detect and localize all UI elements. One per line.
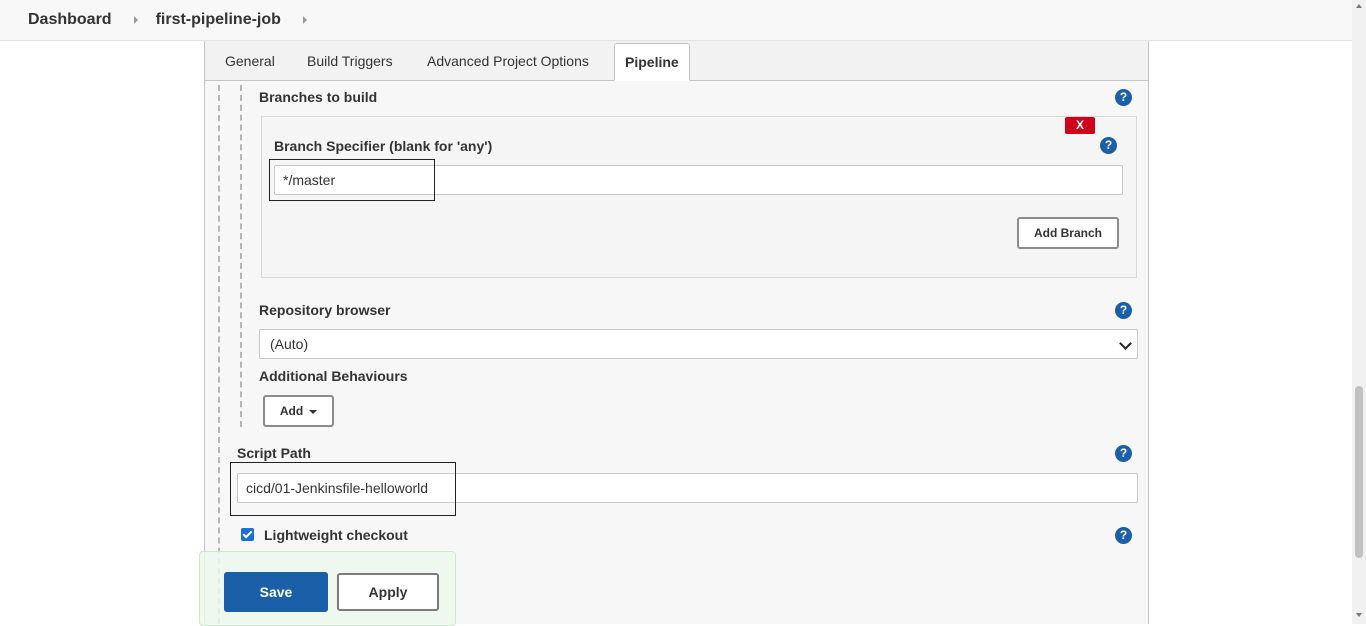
tab-pipeline[interactable]: Pipeline xyxy=(614,43,690,81)
lightweight-checkout-label: Lightweight checkout xyxy=(264,527,408,543)
scroll-down-icon[interactable] xyxy=(1356,613,1362,617)
save-button[interactable]: Save xyxy=(224,572,328,612)
config-panel: General Build Triggers Advanced Project … xyxy=(204,41,1149,624)
chevron-right-icon xyxy=(133,16,138,24)
branch-specifier-label: Branch Specifier (blank for 'any') xyxy=(274,138,493,154)
delete-branch-button[interactable]: X xyxy=(1065,117,1095,134)
repository-browser-select[interactable]: (Auto) xyxy=(259,329,1138,359)
apply-button[interactable]: Apply xyxy=(337,573,439,611)
add-behaviour-button[interactable]: Add xyxy=(263,395,334,427)
additional-behaviours-label: Additional Behaviours xyxy=(259,368,408,384)
page-scrollbar[interactable] xyxy=(1352,0,1366,624)
caret-down-icon xyxy=(309,409,318,414)
save-bar: Save Apply xyxy=(199,551,456,626)
tab-bar: General Build Triggers Advanced Project … xyxy=(205,41,1148,81)
tab-general[interactable]: General xyxy=(215,43,285,80)
annotation-highlight-box xyxy=(230,462,456,516)
repository-browser-label: Repository browser xyxy=(259,302,391,318)
breadcrumb-job[interactable]: first-pipeline-job xyxy=(156,11,281,29)
script-path-label: Script Path xyxy=(237,445,311,461)
add-branch-button[interactable]: Add Branch xyxy=(1017,217,1119,249)
lightweight-checkout-checkbox[interactable] xyxy=(241,528,254,541)
breadcrumb: Dashboard first-pipeline-job xyxy=(0,0,1352,41)
tab-advanced-project-options[interactable]: Advanced Project Options xyxy=(417,43,599,80)
annotation-highlight-box xyxy=(269,159,435,201)
scroll-up-icon[interactable] xyxy=(1356,4,1362,8)
repository-browser-value: (Auto) xyxy=(270,336,309,352)
scrollbar-thumb[interactable] xyxy=(1355,386,1363,558)
breadcrumb-dashboard[interactable]: Dashboard xyxy=(28,11,112,29)
tab-build-triggers[interactable]: Build Triggers xyxy=(297,43,403,80)
help-icon[interactable]: ? xyxy=(1115,302,1132,319)
section-guide-outer xyxy=(218,85,220,624)
help-icon[interactable]: ? xyxy=(1115,89,1132,106)
help-icon[interactable]: ? xyxy=(1115,527,1132,544)
help-icon[interactable]: ? xyxy=(1115,445,1132,462)
chevron-down-icon xyxy=(1119,337,1132,350)
add-behaviour-label: Add xyxy=(279,404,304,418)
branches-to-build-label: Branches to build xyxy=(259,89,378,105)
help-icon[interactable]: ? xyxy=(1100,137,1117,154)
section-guide-inner xyxy=(240,85,242,427)
branch-specifier-box: X Branch Specifier (blank for 'any') ? *… xyxy=(261,116,1137,278)
chevron-right-icon[interactable] xyxy=(302,16,307,24)
